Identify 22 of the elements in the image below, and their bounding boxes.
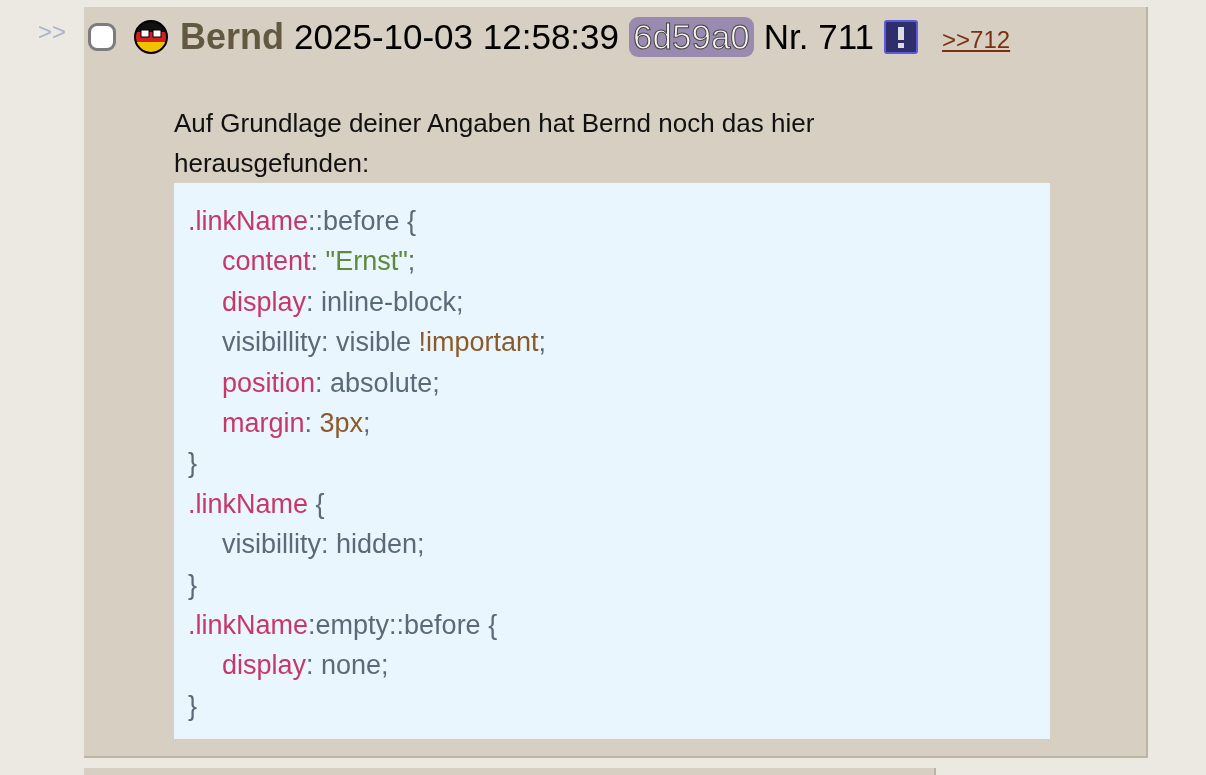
report-icon[interactable] — [884, 20, 919, 54]
post-text: Auf Grundlage deiner Angaben hat Bernd noch das hier herausgefunden: — [174, 107, 816, 180]
code-line: .linkName::before { — [188, 205, 418, 238]
poster-id: 6d59a0 — [629, 17, 754, 57]
code-line: position: absolute; — [221, 366, 441, 400]
code-line: } — [188, 689, 199, 723]
code-line: .linkName:empty::before { — [188, 609, 499, 643]
code-line: } — [188, 447, 199, 481]
code-line: .linkName { — [188, 487, 326, 521]
post-number[interactable]: Nr. 711 — [763, 17, 875, 57]
reply-link[interactable]: >>712 — [942, 26, 1011, 54]
code-line: display: none; — [221, 649, 390, 683]
code-line: visibillity: hidden; — [221, 528, 426, 562]
poster-name: Bernd — [180, 16, 284, 58]
code-line: margin: 3px; — [221, 407, 372, 441]
post-datetime: 2025-10-03 12:58:39 — [294, 17, 619, 57]
code-line: content: "Ernst"; — [221, 245, 417, 279]
code-line: visibillity: visible !important; — [221, 326, 548, 360]
select-checkbox[interactable] — [88, 23, 116, 51]
code-line: } — [188, 568, 199, 602]
flag-ball-icon — [132, 20, 170, 54]
code-line: display: inline-block; — [221, 285, 465, 319]
